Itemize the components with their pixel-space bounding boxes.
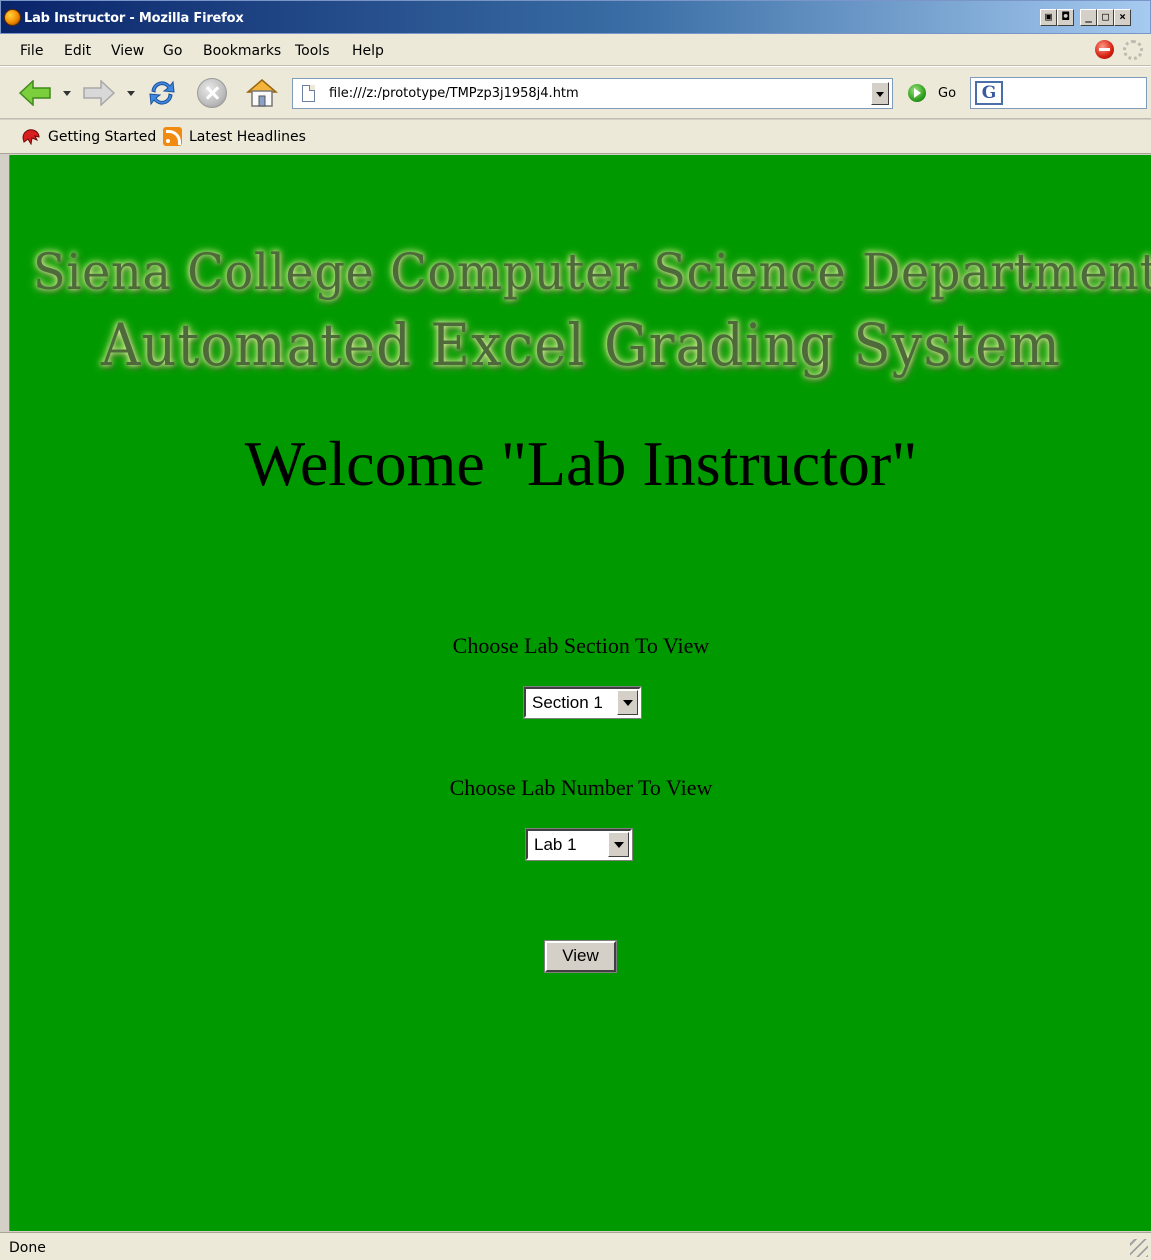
go-arrow-icon xyxy=(908,84,926,102)
section-select[interactable]: Section 1 xyxy=(523,686,642,719)
forward-history-chevron-down-icon[interactable] xyxy=(127,91,135,96)
banner-subtitle: Automated Excel Grading System xyxy=(101,311,1061,379)
bookmarks-toolbar: Getting Started Latest Headlines xyxy=(0,120,1151,154)
window-title: Lab Instructor - Mozilla Firefox xyxy=(24,11,244,26)
menu-file[interactable]: File xyxy=(20,43,43,59)
section-label: Choose Lab Section To View xyxy=(452,633,710,658)
address-history-chevron-down-icon[interactable] xyxy=(871,82,889,105)
view-button[interactable]: View xyxy=(544,940,617,973)
address-input[interactable]: file:///z:/prototype/TMPzp3j1958j4.htm xyxy=(329,86,579,101)
back-history-chevron-down-icon[interactable] xyxy=(63,91,71,96)
status-bar: Done xyxy=(0,1232,1151,1260)
menu-bar: File Edit View Go Bookmarks Tools Help xyxy=(0,34,1151,66)
forward-arrow-icon[interactable] xyxy=(82,80,116,106)
search-input[interactable]: G xyxy=(970,77,1147,109)
restore-icon[interactable]: ▣ xyxy=(1040,9,1057,26)
lab-select-value: Lab 1 xyxy=(534,835,577,854)
lab-select[interactable]: Lab 1 xyxy=(525,828,633,861)
resize-grip-icon[interactable] xyxy=(1130,1239,1148,1257)
getting-started-icon xyxy=(22,129,40,145)
page-icon xyxy=(302,85,315,102)
back-arrow-icon[interactable] xyxy=(18,80,52,106)
menu-tools[interactable]: Tools xyxy=(295,43,330,59)
go-button[interactable]: Go xyxy=(908,83,960,105)
firefox-icon xyxy=(4,9,21,26)
menu-help[interactable]: Help xyxy=(352,43,384,59)
banner-title: Siena College Computer Science Departmen… xyxy=(32,243,1151,301)
bookmark-label: Latest Headlines xyxy=(189,129,306,145)
lab-label: Choose Lab Number To View xyxy=(449,775,713,800)
menu-bookmarks[interactable]: Bookmarks xyxy=(203,43,281,59)
bookmark-label: Getting Started xyxy=(48,129,157,145)
lab-chevron-down-icon[interactable] xyxy=(608,832,629,857)
go-label: Go xyxy=(938,86,957,101)
address-bar[interactable]: file:///z:/prototype/TMPzp3j1958j4.htm xyxy=(292,78,893,109)
stop-icon[interactable] xyxy=(197,78,227,108)
menu-edit[interactable]: Edit xyxy=(64,43,91,59)
menu-view[interactable]: View xyxy=(111,43,144,59)
close-button[interactable]: × xyxy=(1114,9,1131,26)
navigation-toolbar: file:///z:/prototype/TMPzp3j1958j4.htm G… xyxy=(0,66,1151,119)
restore-icon[interactable]: ◘ xyxy=(1057,9,1074,26)
reload-icon[interactable] xyxy=(146,77,178,109)
menu-go[interactable]: Go xyxy=(163,43,182,59)
status-text: Done xyxy=(9,1240,46,1256)
google-icon[interactable]: G xyxy=(975,81,1003,105)
maximize-button[interactable]: □ xyxy=(1097,9,1114,26)
stop-indicator-icon xyxy=(1095,40,1114,59)
section-chevron-down-icon[interactable] xyxy=(617,690,638,715)
minimize-button[interactable]: _ xyxy=(1080,9,1097,26)
page-content: Siena College Computer Science Departmen… xyxy=(9,155,1151,1231)
section-select-value: Section 1 xyxy=(532,693,603,712)
window-title-bar[interactable]: Lab Instructor - Mozilla Firefox ▣ ◘ _ □… xyxy=(0,0,1151,34)
rss-icon xyxy=(163,127,182,146)
throbber-icon xyxy=(1123,40,1143,60)
welcome-heading: Welcome "Lab Instructor" xyxy=(244,428,918,499)
home-icon[interactable] xyxy=(245,77,279,109)
